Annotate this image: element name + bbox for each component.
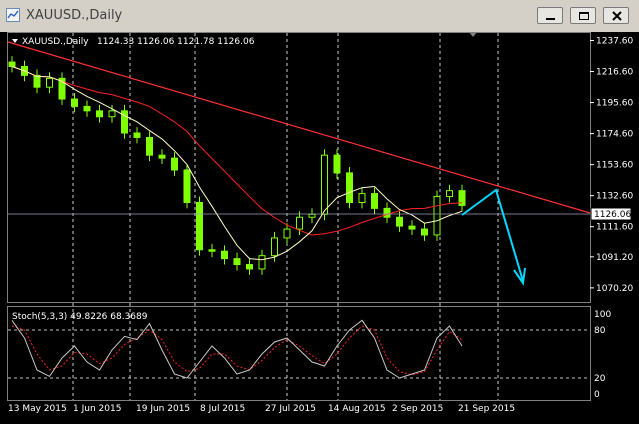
- candle-body: [371, 193, 378, 209]
- close-button[interactable]: [603, 7, 629, 24]
- candle-body: [158, 154, 166, 159]
- candle-body: [46, 77, 53, 88]
- window-titlebar[interactable]: XAUUSD.,Daily: [0, 0, 639, 33]
- symbol-label: XAUUSD.,Daily: [22, 37, 89, 47]
- candle-body: [321, 154, 328, 215]
- stoch-level-label: 0: [594, 390, 600, 400]
- minimize-icon: [546, 18, 555, 20]
- price-tick-label: 1216.60: [596, 68, 633, 78]
- date-label: 8 Jul 2015: [200, 404, 245, 414]
- restore-icon: [579, 12, 589, 20]
- candle-body: [346, 172, 353, 203]
- candle-body: [96, 110, 103, 118]
- candle-body: [233, 258, 241, 266]
- price-tick-label: 1070.20: [596, 284, 633, 294]
- candle-body: [433, 196, 441, 236]
- candle-body: [221, 250, 228, 260]
- candle-body: [308, 213, 316, 218]
- date-label: 13 May 2015: [8, 404, 67, 414]
- candle-body: [133, 132, 141, 138]
- candle-body: [396, 216, 403, 227]
- stoch-level-label: 80: [594, 326, 606, 336]
- price-tick-label: 1174.60: [596, 130, 633, 140]
- candle-body: [358, 193, 366, 203]
- price-tick-label: 1195.60: [596, 99, 633, 109]
- chart-window-icon: [6, 8, 20, 22]
- candle-body: [421, 228, 428, 236]
- current-price-label: 1126.06: [594, 210, 631, 220]
- candle-body: [196, 201, 203, 251]
- candle-body: [408, 225, 416, 230]
- candle-body: [183, 169, 191, 203]
- date-label: 1 Jun 2015: [73, 404, 121, 414]
- date-label: 21 Sep 2015: [458, 404, 515, 414]
- window-title: XAUUSD.,Daily: [26, 8, 123, 23]
- candle-body: [108, 110, 116, 118]
- candle-body: [146, 136, 153, 156]
- date-label: 19 Jun 2015: [136, 404, 190, 414]
- date-label: 14 Aug 2015: [328, 404, 386, 414]
- candle-body: [246, 264, 253, 270]
- candle-body: [171, 157, 178, 171]
- candle-body: [383, 207, 391, 218]
- price-tick-label: 1153.60: [596, 161, 633, 171]
- stoch-level-label: 20: [594, 374, 606, 384]
- candle-body: [283, 228, 291, 239]
- candle-body: [296, 216, 303, 230]
- candle-body: [333, 154, 341, 174]
- candle-body: [446, 190, 453, 198]
- stoch-label: Stoch(5,3,3) 49.8226 68.3689: [12, 312, 148, 322]
- candle-body: [258, 255, 266, 270]
- date-label: 27 Jul 2015: [265, 404, 316, 414]
- price-tick-label: 1091.20: [596, 253, 633, 263]
- price-tick-label: 1111.60: [596, 223, 633, 233]
- price-axis: 1237.60 1216.60 1195.60 1174.60 1153.60 1132.…: [590, 37, 633, 294]
- close-icon: [612, 11, 622, 21]
- restore-button[interactable]: [570, 7, 596, 24]
- candle-body: [208, 249, 216, 252]
- current-price-tag: 1126.06: [590, 207, 632, 221]
- date-label: 2 Sep 2015: [392, 404, 443, 414]
- candle-body: [71, 98, 78, 107]
- stoch-level-label: 100: [594, 310, 611, 320]
- ohlc-values: 1124.33 1126.06 1121.78 1126.06: [97, 37, 255, 47]
- minimize-button[interactable]: [537, 7, 563, 24]
- candle-body: [83, 105, 91, 112]
- price-chart[interactable]: XAUUSD.,Daily 1124.33 1126.06 1121.78 11…: [0, 32, 639, 424]
- chart-background: [0, 32, 639, 424]
- candle-body: [8, 61, 16, 68]
- candle-body: [271, 237, 278, 257]
- price-tick-label: 1132.60: [596, 192, 633, 202]
- candle-body: [33, 74, 41, 88]
- price-tick-label: 1237.60: [596, 37, 633, 47]
- chart-header: XAUUSD.,Daily 1124.33 1126.06 1121.78 11…: [12, 37, 255, 47]
